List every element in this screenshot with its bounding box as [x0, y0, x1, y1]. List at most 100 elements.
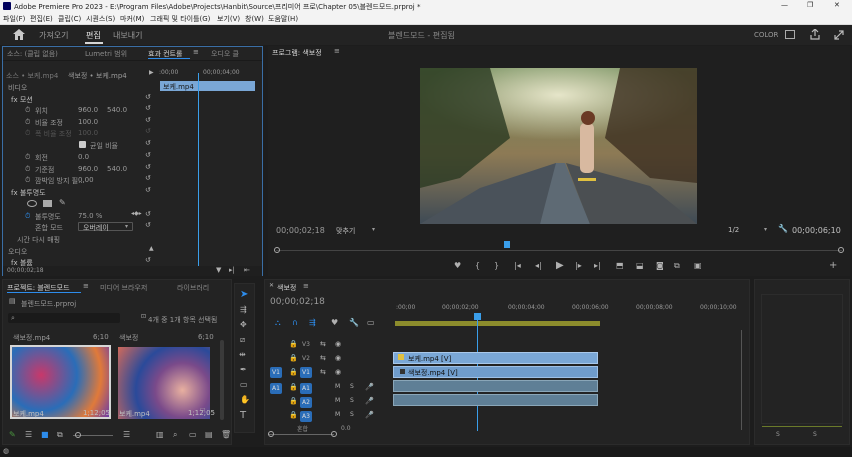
reset-icon[interactable]: ↺ — [145, 152, 151, 159]
pen-mask-icon[interactable]: ✎ — [59, 199, 66, 207]
track-target-a3[interactable]: A3 — [300, 411, 312, 422]
program-monitor-title[interactable]: 프로그램: 색보정 — [272, 48, 322, 58]
snap-icon[interactable]: ∩ — [292, 319, 298, 327]
captions-icon[interactable]: ▭ — [367, 319, 375, 327]
tab-source[interactable]: 소스: (클립 없음) — [7, 49, 58, 59]
type-tool-icon[interactable]: T — [240, 411, 246, 421]
panel-menu-icon[interactable]: ≡ — [83, 283, 89, 290]
timeline-h-scroll[interactable] — [268, 434, 334, 435]
track-target-a2[interactable]: A2 — [300, 397, 312, 408]
lock-icon[interactable]: 🔒 — [289, 369, 298, 376]
mini-playhead[interactable] — [198, 73, 199, 273]
compare-view-icon[interactable]: ⧉ — [674, 262, 680, 270]
panel-menu-icon[interactable]: ≡ — [193, 49, 199, 56]
menu-file[interactable]: 파일(F) — [3, 14, 25, 24]
find-icon[interactable]: ⌕ — [173, 431, 177, 439]
scale-value[interactable]: 100.0 — [78, 118, 98, 126]
keyframe-nav-icon[interactable]: ◂◆▸ — [131, 211, 142, 217]
rectangle-mask-icon[interactable] — [43, 200, 52, 207]
sync-lock-icon[interactable]: ⇆ — [320, 355, 326, 362]
scroll-handle-left[interactable] — [268, 431, 274, 437]
pen-tool-icon[interactable]: ✒ — [240, 366, 247, 374]
tab-export[interactable]: 내보내기 — [113, 30, 142, 41]
solo-left-button[interactable]: S — [776, 431, 780, 438]
track-target-v1[interactable]: V1 — [300, 367, 312, 378]
time-remap-label[interactable]: 시간 다시 매핑 — [17, 235, 60, 245]
list-view-icon[interactable]: ☰ — [25, 431, 32, 439]
uniform-scale-checkbox[interactable] — [79, 141, 86, 148]
solo-icon[interactable]: S — [350, 398, 354, 404]
close-button[interactable]: ✕ — [834, 1, 840, 9]
home-icon[interactable] — [13, 29, 25, 40]
program-scrubber-track[interactable] — [276, 250, 842, 251]
reset-icon[interactable]: ↺ — [145, 140, 151, 147]
fit-select[interactable]: 맞추기 ▾ — [334, 225, 380, 235]
stopwatch-icon[interactable]: ⏱ — [25, 176, 30, 185]
share-icon[interactable] — [810, 29, 820, 40]
anti-flicker-value[interactable]: 0.00 — [78, 176, 94, 184]
new-item-icon[interactable]: ▤ — [205, 431, 213, 439]
slip-icon[interactable]: ⇹ — [239, 351, 246, 359]
scrubber-start-handle[interactable] — [274, 247, 280, 253]
quick-export-icon[interactable] — [785, 30, 795, 39]
reset-icon[interactable]: ↺ — [145, 187, 151, 194]
fullscreen-icon[interactable] — [834, 30, 844, 40]
solo-icon[interactable]: S — [350, 384, 354, 390]
rotation-value[interactable]: 0.0 — [78, 153, 89, 161]
nest-icon[interactable]: ⛬ — [275, 319, 281, 327]
mark-in-icon[interactable]: { — [475, 262, 480, 270]
lock-icon[interactable]: 🔒 — [289, 384, 298, 391]
ellipse-mask-icon[interactable] — [27, 200, 37, 207]
eye-icon[interactable]: ◉ — [335, 369, 341, 376]
color-workspace-label[interactable]: COLOR — [754, 31, 778, 39]
sort-icon[interactable]: ☰ — [123, 431, 130, 439]
track-select-icon[interactable]: ⇶ — [240, 306, 247, 314]
mic-icon[interactable]: 🎤 — [365, 398, 374, 405]
minimize-button[interactable]: — — [781, 1, 788, 9]
reset-icon[interactable]: ↺ — [145, 117, 151, 124]
menu-window[interactable]: 창(W) — [245, 14, 264, 24]
mute-icon[interactable]: M — [335, 398, 340, 404]
solo-right-button[interactable]: S — [813, 431, 817, 438]
rectangle-tool-icon[interactable]: ▭ — [240, 381, 248, 389]
add-marker-icon[interactable]: ♥ — [454, 262, 461, 270]
program-timecode[interactable]: 00;00;02;18 — [276, 226, 325, 235]
blend-mode-select[interactable]: 오버레이 ▾ — [78, 222, 133, 232]
go-to-in-icon[interactable]: |◂ — [514, 262, 521, 270]
timeline-v-scroll[interactable] — [741, 330, 742, 430]
new-bin-icon[interactable]: ▭ — [189, 431, 197, 439]
lock-icon[interactable]: 🔒 — [289, 398, 298, 405]
sync-lock-icon[interactable]: ⇆ — [320, 369, 326, 376]
zoom-slider-handle[interactable] — [75, 432, 81, 438]
eye-icon[interactable]: ◉ — [335, 341, 341, 348]
eye-icon[interactable]: ◉ — [335, 355, 341, 362]
mute-icon[interactable]: M — [335, 384, 340, 390]
opacity-section-label[interactable]: fx 불투명도 — [11, 188, 46, 198]
freeform-view-icon[interactable]: ⧉ — [57, 431, 63, 439]
menu-graphics[interactable]: 그래픽 및 타이틀(G) — [150, 14, 210, 24]
opacity-value[interactable]: 75.0 % — [78, 212, 102, 220]
stopwatch-icon[interactable]: ⏱ — [25, 106, 30, 115]
add-button-icon[interactable]: + — [829, 261, 837, 271]
linked-selection-icon[interactable]: ⇶ — [309, 319, 316, 327]
mute-icon[interactable]: M — [335, 412, 340, 418]
solo-icon[interactable]: S — [350, 412, 354, 418]
position-x-value[interactable]: 960.0 — [78, 106, 98, 114]
automate-icon[interactable]: ▥ — [156, 431, 164, 439]
lift-icon[interactable]: ⬒ — [616, 262, 624, 270]
scrubber-end-handle[interactable] — [838, 247, 844, 253]
project-item-thumbnail[interactable] — [10, 345, 111, 419]
timeline-timecode[interactable]: 00;00;02;18 — [270, 297, 325, 307]
selection-tool-icon[interactable]: ➤ — [240, 290, 248, 300]
lock-icon[interactable]: 🔒 — [289, 341, 298, 348]
position-y-value[interactable]: 540.0 — [107, 106, 127, 114]
reset-icon[interactable]: ↺ — [145, 211, 151, 218]
filter-icon[interactable]: ▼ — [216, 267, 221, 274]
tab-libraries[interactable]: 라이브러리 — [177, 283, 209, 293]
ripple-edit-icon[interactable]: ✥ — [240, 321, 247, 329]
menu-clip[interactable]: 클립(C) — [58, 14, 81, 24]
reset-icon[interactable]: ↺ — [145, 175, 151, 182]
tab-media-browser[interactable]: 미디어 브라우저 — [100, 283, 147, 293]
maximize-button[interactable]: ❐ — [807, 1, 813, 9]
menu-edit[interactable]: 편집(E) — [30, 14, 53, 24]
